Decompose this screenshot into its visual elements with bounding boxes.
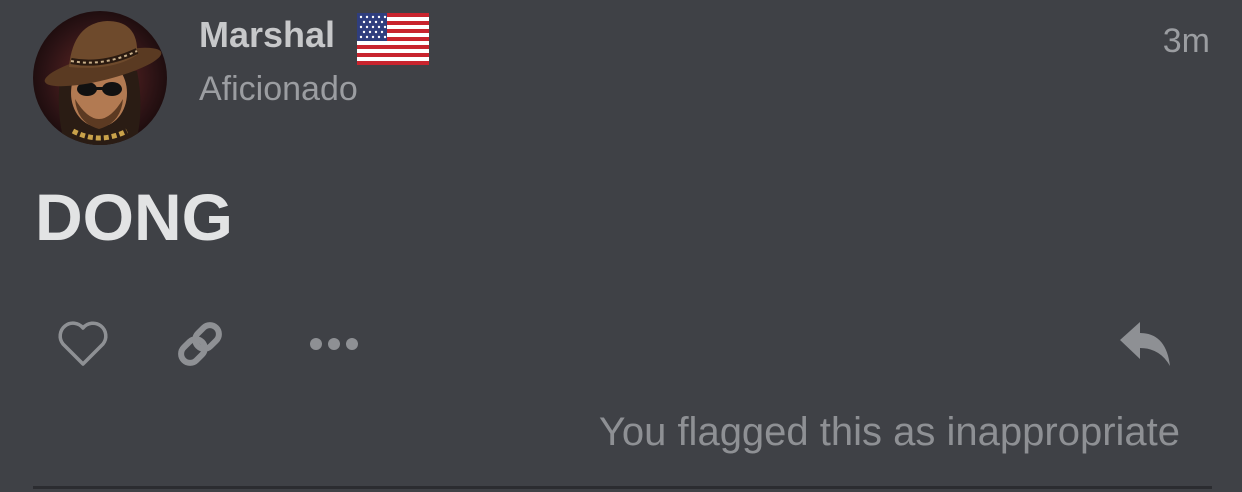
divider — [33, 486, 1212, 489]
post-body: DONG — [35, 180, 233, 254]
link-button[interactable] — [172, 316, 228, 372]
post-timestamp[interactable]: 3m — [1163, 20, 1210, 62]
flag-notice: You flagged this as inappropriate — [598, 410, 1180, 454]
user-title: Aficionado — [199, 70, 358, 108]
reply-button[interactable] — [1116, 316, 1174, 372]
reply-icon — [1120, 322, 1170, 366]
like-button[interactable] — [55, 316, 111, 372]
us-flag-icon — [357, 13, 429, 65]
heart-icon — [58, 321, 108, 366]
link-icon — [178, 322, 222, 366]
more-button[interactable] — [306, 322, 366, 366]
avatar[interactable] — [33, 11, 167, 145]
ellipsis-icon — [310, 338, 358, 350]
username[interactable]: Marshal — [199, 14, 335, 56]
